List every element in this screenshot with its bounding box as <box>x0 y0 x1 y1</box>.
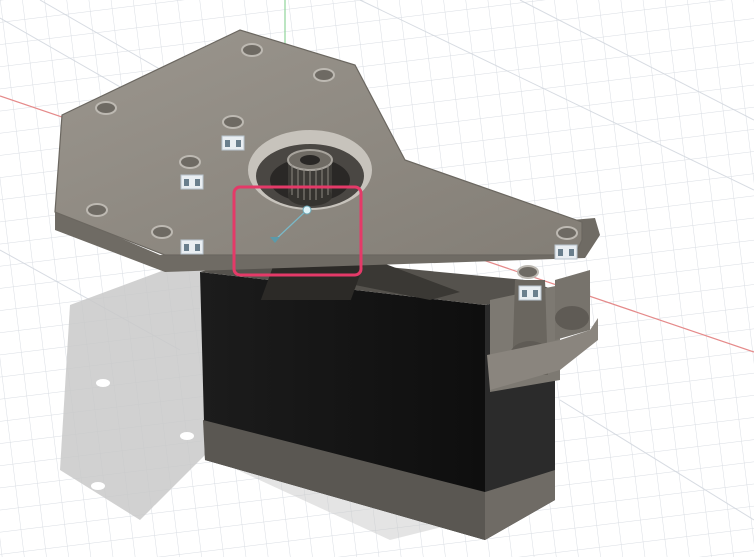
cad-viewport[interactable] <box>0 0 754 557</box>
joint-icon[interactable] <box>180 239 204 255</box>
plate-hole <box>151 225 173 239</box>
viewport-canvas[interactable] <box>0 0 754 557</box>
plate-hole <box>222 115 244 129</box>
plate-hole <box>241 43 263 57</box>
joint-icon[interactable] <box>221 135 245 151</box>
joint-icon[interactable] <box>180 174 204 190</box>
joint-icon[interactable] <box>518 285 542 301</box>
plate-hole <box>313 68 335 82</box>
plate-hole <box>86 203 108 217</box>
plate-hole <box>556 226 578 240</box>
plate-hole <box>179 155 201 169</box>
joint-icon[interactable] <box>554 244 578 260</box>
plate-hole <box>517 265 539 279</box>
plate-hole <box>95 101 117 115</box>
